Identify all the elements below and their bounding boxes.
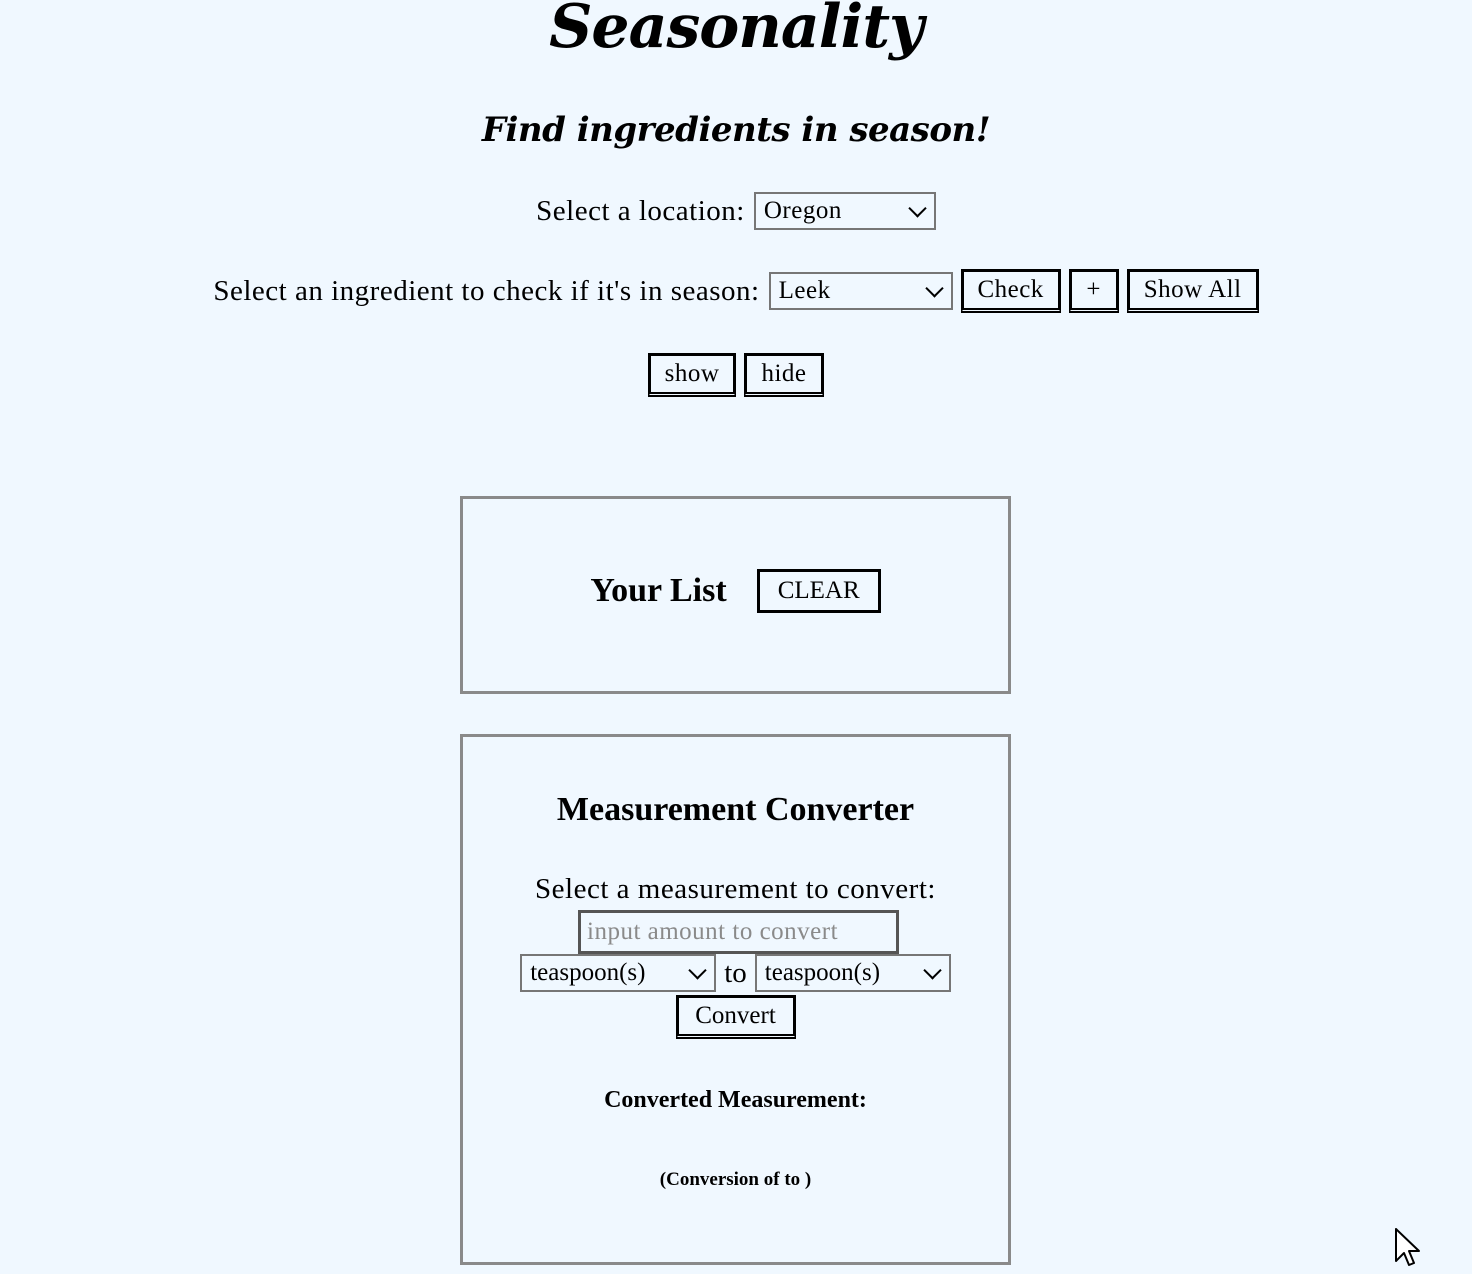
- toggle-row: show hide: [0, 352, 1472, 398]
- from-unit-value: teaspoon(s): [530, 959, 646, 986]
- ingredient-selected-value: Leek: [778, 277, 831, 304]
- show-button[interactable]: show: [648, 353, 736, 397]
- your-list-header: Your List CLEAR: [463, 569, 1008, 613]
- show-all-button[interactable]: Show All: [1126, 269, 1259, 313]
- page: Seasonality Find ingredients in season! …: [0, 0, 1472, 1274]
- to-unit-select[interactable]: teaspoon(s): [754, 954, 951, 992]
- convert-button[interactable]: Convert: [675, 995, 796, 1039]
- location-selected-value: Oregon: [763, 197, 842, 224]
- converted-measurement-label: Converted Measurement:: [604, 1087, 867, 1113]
- check-button[interactable]: Check: [960, 269, 1061, 313]
- to-label: to: [724, 956, 747, 989]
- chevron-down-icon: [923, 961, 942, 980]
- ingredient-row: Select an ingredient to check if it's in…: [0, 268, 1472, 314]
- unit-selection-row: teaspoon(s) to teaspoon(s): [463, 954, 1008, 992]
- to-unit-value: teaspoon(s): [764, 959, 881, 986]
- measurement-converter-panel: Measurement Converter Select a measureme…: [460, 734, 1011, 1265]
- tagline: Find ingredients in season!: [481, 110, 991, 150]
- location-select[interactable]: Oregon: [753, 192, 936, 230]
- add-to-list-button[interactable]: +: [1068, 269, 1119, 313]
- ingredient-select[interactable]: Leek: [768, 272, 953, 310]
- location-label: Select a location:: [536, 194, 745, 227]
- location-row: Select a location: Oregon: [0, 190, 1472, 232]
- clear-list-button[interactable]: CLEAR: [756, 569, 881, 613]
- hide-button[interactable]: hide: [744, 353, 824, 397]
- chevron-down-icon: [688, 961, 707, 980]
- chevron-down-icon: [924, 279, 944, 298]
- from-unit-select[interactable]: teaspoon(s): [520, 954, 717, 992]
- mouse-cursor-icon: [1395, 1228, 1420, 1266]
- your-list-title: Your List: [590, 572, 727, 609]
- chevron-down-icon: [908, 199, 927, 218]
- amount-input[interactable]: [578, 910, 899, 954]
- your-list-panel: Your List CLEAR: [460, 496, 1011, 694]
- converter-prompt: Select a measurement to convert:: [535, 873, 936, 905]
- ingredient-label: Select an ingredient to check if it's in…: [213, 274, 760, 307]
- convert-row: Convert: [463, 995, 1008, 1039]
- conversion-detail: (Conversion of to ): [659, 1169, 812, 1190]
- converter-title: Measurement Converter: [556, 791, 915, 828]
- app-title: Seasonality: [549, 0, 924, 62]
